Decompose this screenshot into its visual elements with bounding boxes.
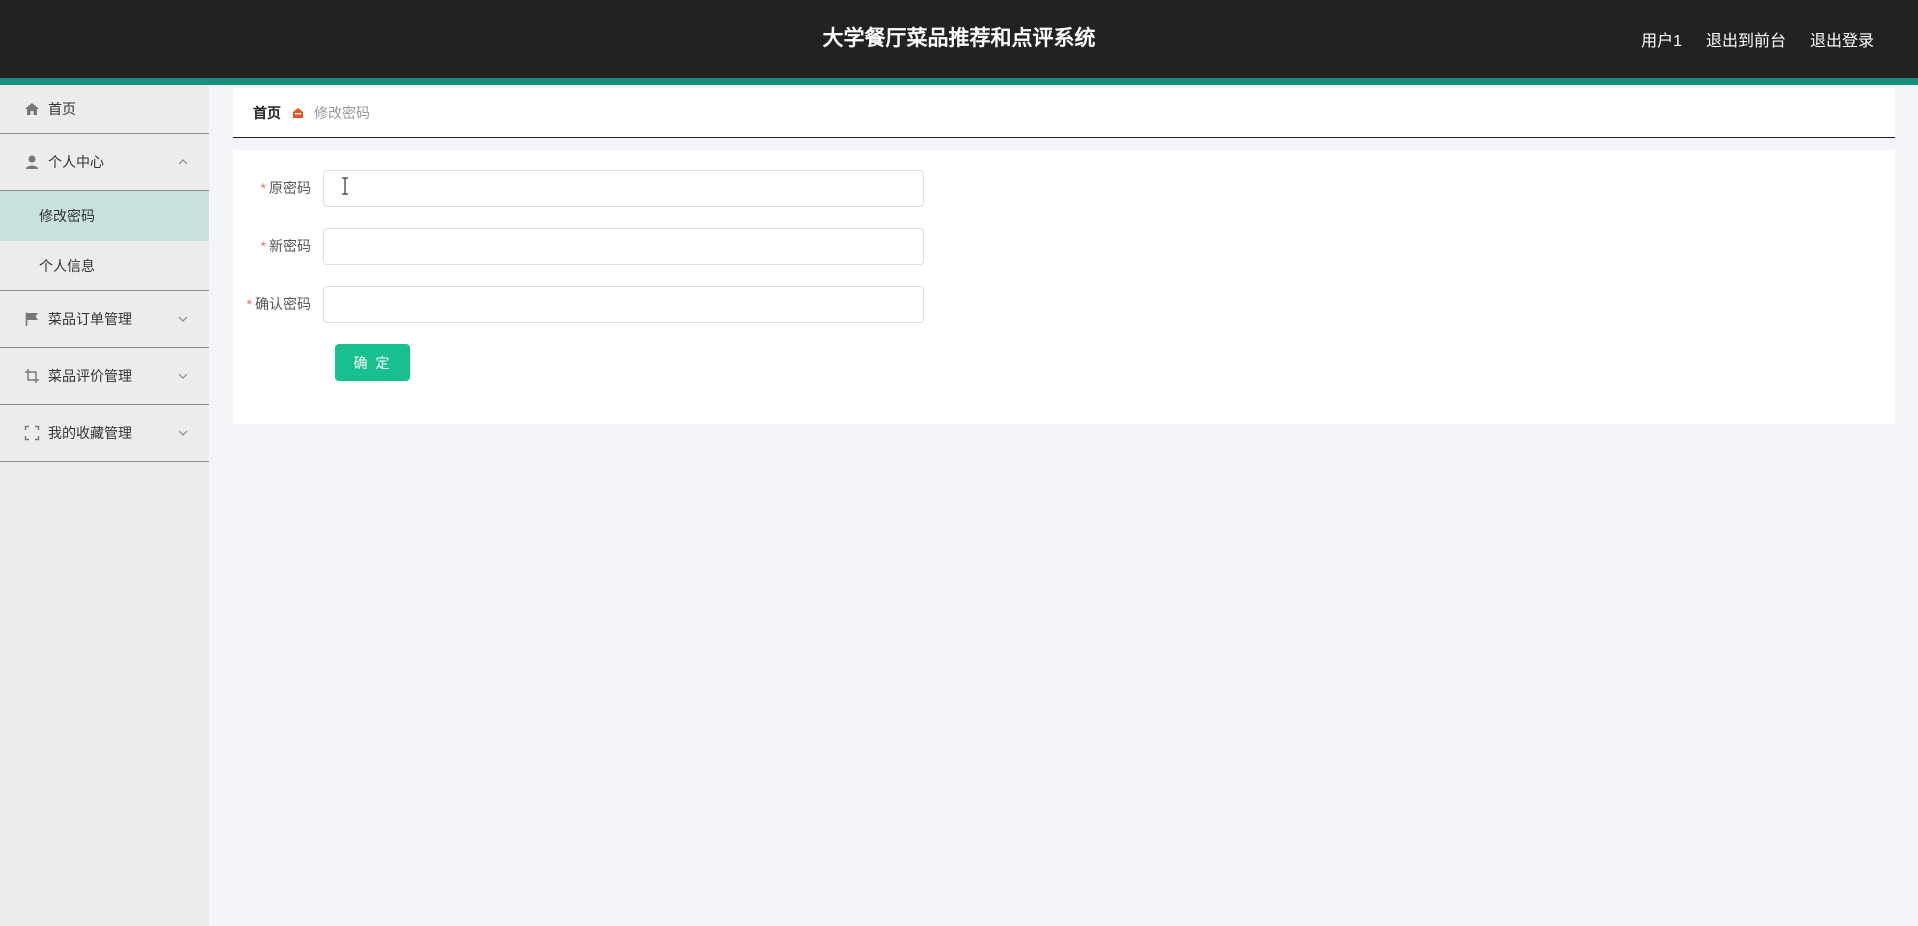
- sidebar-item-label: 修改密码: [39, 208, 95, 224]
- confirm-password-input[interactable]: [323, 285, 924, 323]
- sidebar-item-label: 个人信息: [39, 257, 95, 274]
- sidebar-item-order-management[interactable]: 菜品订单管理: [0, 291, 209, 348]
- chevron-down-icon: [178, 373, 188, 379]
- sidebar-item-change-password[interactable]: 修改密码: [0, 191, 209, 241]
- flag-icon: [24, 311, 40, 327]
- sidebar-item-favorites-management[interactable]: 我的收藏管理: [0, 405, 209, 462]
- confirm-password-row: * 确认密码: [233, 285, 924, 323]
- back-to-front-link[interactable]: 退出到前台: [1706, 27, 1786, 51]
- chevron-up-icon: [178, 159, 188, 165]
- sidebar-item-label: 菜品评价管理: [48, 368, 132, 384]
- old-password-input[interactable]: [323, 169, 924, 207]
- old-password-label: * 原密码: [260, 180, 311, 196]
- sidebar-item-label: 我的收藏管理: [48, 425, 132, 441]
- sidebar-item-label: 个人中心: [48, 154, 104, 170]
- sidebar-item-personal-center[interactable]: 个人中心: [0, 134, 209, 191]
- required-mark: *: [260, 180, 266, 196]
- crop-icon: [24, 368, 40, 384]
- chevron-down-icon: [178, 316, 188, 322]
- chevron-down-icon: [178, 430, 188, 436]
- breadcrumb-home[interactable]: 首页: [253, 103, 281, 123]
- old-password-row: * 原密码: [233, 169, 924, 207]
- fullscreen-icon: [24, 425, 40, 441]
- header-links: 用户1 退出到前台 退出登录: [1641, 0, 1874, 78]
- home-icon: [24, 101, 40, 117]
- new-password-label: * 新密码: [260, 238, 311, 254]
- sidebar-item-home[interactable]: 首页: [0, 85, 209, 134]
- required-mark: *: [260, 238, 266, 254]
- submit-button[interactable]: 确 定: [335, 344, 410, 381]
- current-user-link[interactable]: 用户1: [1641, 27, 1682, 51]
- breadcrumb: 首页 修改密码: [233, 88, 1895, 138]
- sidebar-item-personal-info[interactable]: 个人信息: [0, 241, 209, 291]
- change-password-form: * 原密码 * 新密码 * 确认密码 确 定: [233, 150, 1895, 424]
- top-header: [0, 0, 1918, 78]
- required-mark: *: [246, 296, 252, 312]
- sidebar: 首页 个人中心 修改密码 个人信息 菜品订单管理 菜品评价管理 我的收藏管理: [0, 85, 209, 926]
- header-accent-stripe: [0, 78, 1918, 85]
- new-password-input[interactable]: [323, 227, 924, 265]
- confirm-password-label: * 确认密码: [246, 296, 311, 312]
- sidebar-item-review-management[interactable]: 菜品评价管理: [0, 348, 209, 405]
- new-password-row: * 新密码: [233, 227, 924, 265]
- breadcrumb-current: 修改密码: [314, 104, 370, 121]
- sidebar-item-label: 首页: [48, 101, 76, 117]
- user-icon: [24, 154, 40, 170]
- sidebar-item-label: 菜品订单管理: [48, 311, 132, 327]
- breadcrumb-separator-icon: [292, 107, 304, 119]
- logout-link[interactable]: 退出登录: [1810, 27, 1874, 51]
